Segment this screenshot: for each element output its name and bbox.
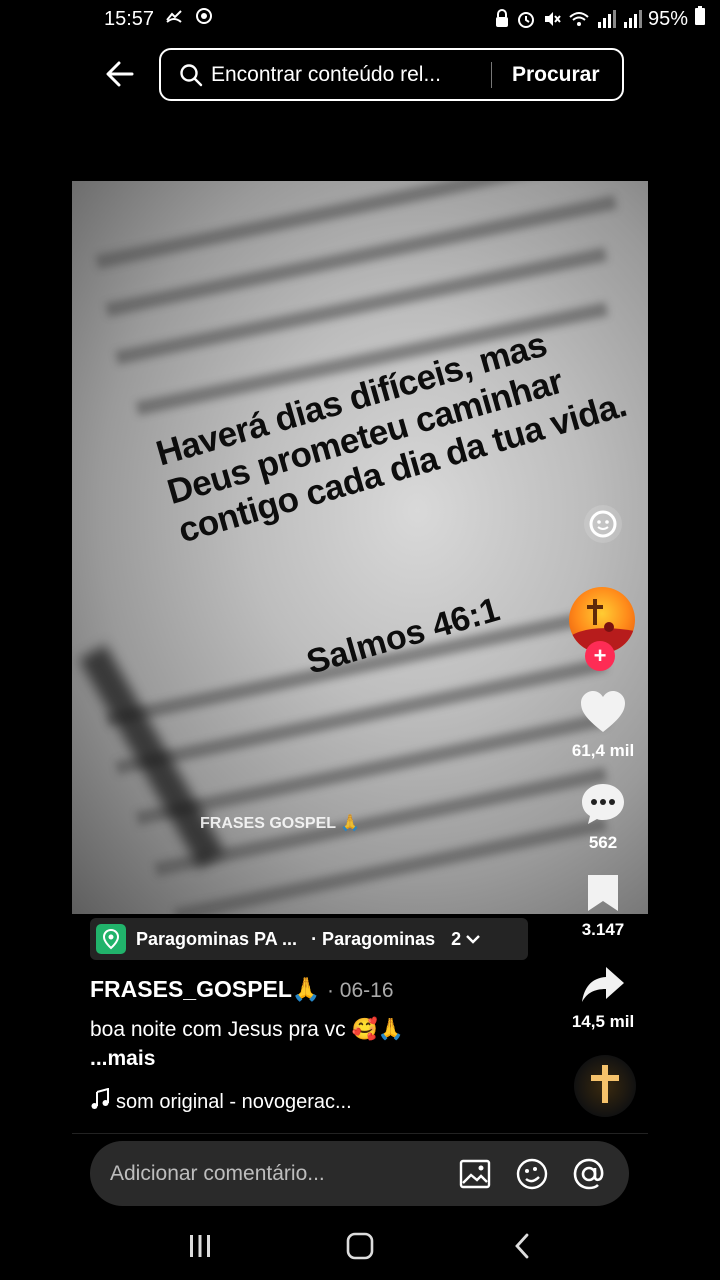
- follow-plus-icon[interactable]: +: [585, 641, 615, 671]
- status-right: 95%: [494, 6, 706, 32]
- wifi-icon: [568, 9, 590, 29]
- location-count-value: 2: [451, 928, 462, 949]
- system-nav-bar: [0, 1214, 720, 1280]
- location-chip[interactable]: Paragominas PA ... · Paragominas 2: [90, 918, 528, 960]
- like-button[interactable]: 61,4 mil: [558, 690, 648, 761]
- status-time: 15:57: [104, 7, 155, 30]
- battery-icon: [694, 6, 706, 32]
- mute-icon: [542, 9, 562, 29]
- comment-bar[interactable]: Adicionar comentário...: [90, 1141, 629, 1206]
- system-back-button[interactable]: [502, 1230, 542, 1266]
- emoji-icon[interactable]: [515, 1157, 549, 1191]
- location-subtitle: · Paragominas: [311, 928, 436, 949]
- location-count: 2: [451, 929, 481, 950]
- missed-call-icon: [164, 6, 184, 32]
- comment-icon: [580, 784, 626, 830]
- search-button[interactable]: Procurar: [512, 63, 600, 87]
- image-icon[interactable]: [458, 1157, 492, 1191]
- save-count: 3.147: [581, 920, 625, 939]
- search-divider: [491, 61, 492, 88]
- status-icons: [494, 9, 642, 29]
- recent-apps-icon: [187, 1233, 213, 1264]
- smiley-icon: [581, 505, 625, 550]
- chevron-left-icon: [512, 1232, 532, 1265]
- more-link[interactable]: ...mais: [90, 1047, 155, 1071]
- back-button[interactable]: [100, 56, 140, 96]
- location-name: Paragominas PA ...: [136, 928, 298, 949]
- lock-icon: [494, 9, 510, 29]
- recent-apps-button[interactable]: [180, 1230, 220, 1266]
- divider: [72, 1133, 648, 1134]
- music-line[interactable]: som original - novogerac...: [90, 1087, 352, 1116]
- location-pin-icon: [96, 924, 126, 954]
- search-input[interactable]: Encontrar conteúdo rel...: [211, 63, 477, 87]
- author-line: FRASES_GOSPEL🙏 · 06-16: [90, 976, 394, 1003]
- post-caption: boa noite com Jesus pra vc 🥰🙏: [90, 1018, 404, 1041]
- search-box[interactable]: Encontrar conteúdo rel... Procurar: [159, 48, 624, 101]
- music-disc[interactable]: [574, 1055, 636, 1117]
- signal-2-icon: [622, 10, 642, 28]
- music-title: som original - novogerac...: [116, 1090, 352, 1113]
- comment-count: 562: [588, 833, 618, 852]
- music-note-icon: [90, 1087, 110, 1116]
- bookmark-icon: [585, 875, 621, 917]
- home-button[interactable]: [340, 1230, 380, 1266]
- share-arrow-icon: [580, 967, 626, 1009]
- like-count: 61,4 mil: [571, 741, 635, 760]
- share-button[interactable]: 14,5 mil: [558, 965, 648, 1032]
- share-count: 14,5 mil: [571, 1012, 635, 1031]
- top-bar: Encontrar conteúdo rel... Procurar: [0, 48, 720, 104]
- comment-input[interactable]: Adicionar comentário...: [110, 1162, 458, 1186]
- effect-button[interactable]: [558, 502, 648, 551]
- alarm-icon: [516, 9, 536, 29]
- chevron-down-icon: [465, 929, 481, 950]
- signal-icon: [596, 10, 616, 28]
- mention-icon[interactable]: [572, 1157, 606, 1191]
- cross-icon: [585, 1062, 625, 1111]
- home-icon: [346, 1232, 374, 1265]
- sync-icon: [194, 6, 214, 32]
- post-date: · 06-16: [326, 979, 394, 1002]
- profile-avatar-group[interactable]: +: [557, 587, 647, 671]
- comment-button[interactable]: 562: [558, 782, 648, 853]
- heart-icon: [579, 691, 627, 738]
- status-bar: 15:57 95%: [0, 0, 720, 36]
- search-icon: [179, 63, 203, 87]
- video-watermark: FRASES GOSPEL 🙏: [200, 815, 361, 832]
- battery-percent: 95%: [647, 7, 688, 30]
- status-left: 15:57: [104, 6, 214, 32]
- arrow-left-icon: [105, 59, 135, 94]
- author-name[interactable]: FRASES_GOSPEL🙏: [90, 976, 321, 1002]
- save-button[interactable]: 3.147: [558, 873, 648, 940]
